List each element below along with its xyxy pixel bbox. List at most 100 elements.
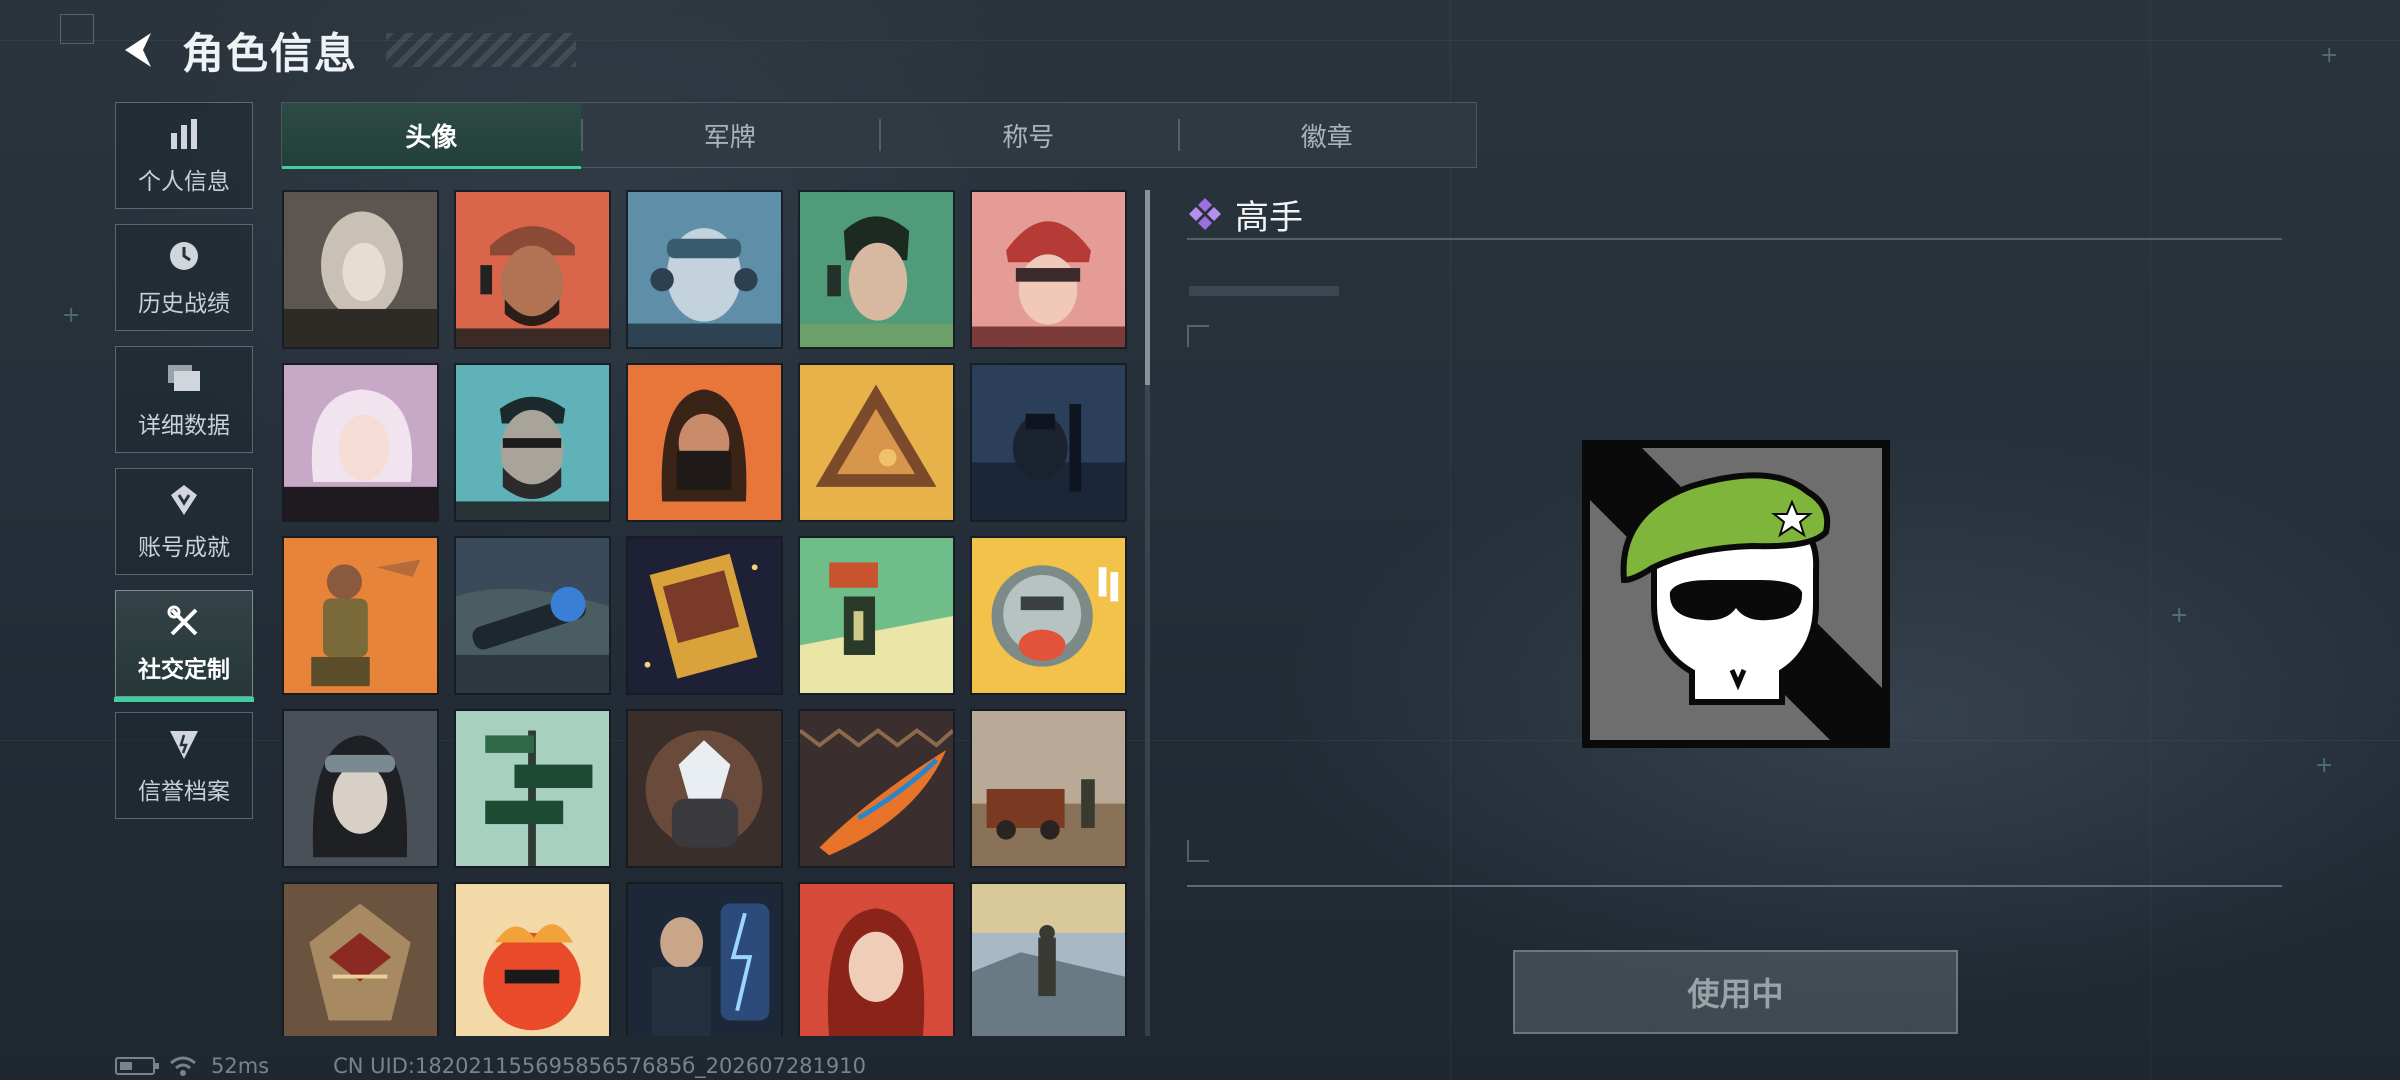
wrench-screwdriver-icon: [166, 604, 202, 640]
avatar-sniper-scope-rifle[interactable]: [454, 536, 611, 695]
avatar-goggles-woman-portrait[interactable]: [282, 709, 439, 868]
avatar-masked-longhair-fighter[interactable]: [626, 363, 783, 522]
battery-icon: [115, 1057, 159, 1075]
avatar-feather-tribal-pattern[interactable]: [798, 709, 955, 868]
avatar-scales-of-justice-emblem[interactable]: [282, 882, 439, 1036]
sidebar-item-label: 个人信息: [138, 168, 230, 195]
achievement-icon: [166, 482, 202, 518]
night-vision-icon: [972, 365, 1125, 520]
sidebar-item-achievements[interactable]: 账号成就: [115, 468, 253, 575]
sidebar-item-label: 历史战绩: [138, 290, 230, 317]
glasses-operator-icon: [456, 365, 609, 520]
detail-divider: [1187, 238, 2282, 240]
avatar-lightning-tech-man[interactable]: [626, 882, 783, 1036]
avatar-rusty-truck-soldier[interactable]: [970, 709, 1127, 868]
sidebar-item-label: 社交定制: [138, 656, 230, 683]
sidebar-item-history[interactable]: 历史战绩: [115, 224, 253, 331]
ping-value: 52ms: [211, 1054, 270, 1078]
sidebar-item-label: 账号成就: [138, 534, 230, 561]
crosshair-decoration: +: [62, 303, 81, 328]
feather-icon: [800, 711, 953, 866]
avatar-green-headset-soldier[interactable]: [798, 190, 955, 349]
frame-bracket: [1187, 840, 1209, 862]
tab-dog-tag[interactable]: 军牌: [580, 103, 880, 167]
sidebar-item-reputation[interactable]: 信誉档案: [115, 712, 253, 819]
sidebar-item-label: 信誉档案: [138, 778, 230, 805]
back-arrow-icon: [125, 33, 151, 67]
title-stripes-decoration: [386, 33, 577, 67]
pink-hair-girl-icon: [284, 365, 437, 520]
wifi-icon: [170, 1056, 196, 1076]
diamond-cluster-icon: [1189, 198, 1221, 230]
avatar-red-hair-woman[interactable]: [798, 882, 955, 1036]
avatar-white-haired-hooded-portrait[interactable]: [282, 190, 439, 349]
sidebar-item-social-custom[interactable]: 社交定制: [114, 590, 254, 702]
sidebar-item-detailed-data[interactable]: 详细数据: [115, 346, 253, 453]
detail-bottom-divider: [1187, 885, 2282, 887]
avatar-grid: [282, 190, 1130, 1036]
avatar-summit-soldier[interactable]: [970, 882, 1127, 1036]
avatar-way-out-no-exit-signs[interactable]: [454, 709, 611, 868]
fries-mascot-icon: [456, 884, 609, 1036]
page-header: 角色信息: [112, 22, 577, 78]
page-title: 角色信息: [182, 28, 359, 78]
green-beret-skull-icon: [1582, 440, 1890, 748]
cap-soldier-icon: [456, 192, 609, 347]
scrollbar-thumb[interactable]: [1145, 190, 1150, 385]
tab-badge[interactable]: 徽章: [1177, 103, 1477, 167]
avatar-game-box-card[interactable]: [626, 536, 783, 695]
avatar-night-vision-soldier[interactable]: [970, 363, 1127, 522]
tab-avatar[interactable]: 头像: [282, 103, 581, 169]
avatar-grid-scrollbar[interactable]: [1145, 190, 1150, 1036]
crosshair-decoration: +: [2315, 753, 2334, 778]
status-bar: 52ms CN UID:18202115569585657685б_202607…: [115, 1052, 866, 1080]
triangle-emblem-icon: [800, 365, 953, 520]
avatar-exit-door-room[interactable]: [798, 536, 955, 695]
road-signs-icon: [456, 711, 609, 866]
faint-caption-decoration: [1189, 286, 1339, 296]
avatar-cartoon-eating-soldier[interactable]: [970, 536, 1127, 695]
frame-bracket: [1187, 325, 1209, 347]
sidebar-item-label: 详细数据: [138, 412, 230, 439]
exit-door-icon: [800, 538, 953, 693]
summit-soldier-icon: [972, 884, 1125, 1036]
avatar-cool-fries-mascot[interactable]: [454, 882, 611, 1036]
back-button[interactable]: [112, 25, 162, 75]
avatar-goggles-headset-pilot[interactable]: [626, 190, 783, 349]
folder-icon: [166, 360, 202, 396]
avatar-golden-triangle-emblem[interactable]: [798, 363, 955, 522]
goggles-woman-icon: [284, 711, 437, 866]
scales-emblem-icon: [284, 884, 437, 1036]
avatar-muscular-pilot-figure[interactable]: [282, 536, 439, 695]
sidebar: 个人信息 历史战绩 详细数据 账号成就 社交定制 信誉档案: [114, 102, 254, 819]
history-clock-icon: [166, 238, 202, 274]
tab-title[interactable]: 称号: [879, 103, 1178, 167]
avatar-bearded-glasses-operator[interactable]: [454, 363, 611, 522]
game-box-icon: [628, 538, 781, 693]
lightning-tech-icon: [628, 884, 781, 1036]
selected-avatar-preview: [1582, 440, 1890, 748]
avatar-bearded-cap-headset-soldier[interactable]: [454, 190, 611, 349]
avatar-pink-hair-girl[interactable]: [282, 363, 439, 522]
crosshair-decoration: +: [2320, 43, 2339, 68]
truck-soldier-icon: [972, 711, 1125, 866]
avatar-crystal-fist[interactable]: [626, 709, 783, 868]
red-hair-woman-icon: [800, 884, 953, 1036]
corner-frame-decoration: [60, 14, 94, 44]
green-soldier-icon: [800, 192, 953, 347]
in-use-button[interactable]: 使用中: [1513, 950, 1958, 1034]
pilot-figure-icon: [284, 538, 437, 693]
crystal-fist-icon: [628, 711, 781, 866]
avatar-detail-panel: 高手: [1187, 190, 2282, 890]
user-uid: CN UID:18202115569585657685б_20260728191…: [333, 1054, 866, 1078]
masked-fighter-icon: [628, 365, 781, 520]
sidebar-item-personal-info[interactable]: 个人信息: [115, 102, 253, 209]
category-tabs: 头像 军牌 称号 徽章: [281, 102, 1477, 169]
shield-emblem-icon: [166, 726, 202, 762]
cartoon-soldier-icon: [972, 538, 1125, 693]
hooded-portrait-icon: [284, 192, 437, 347]
rank-row: 高手: [1187, 190, 2282, 238]
rank-name: 高手: [1235, 197, 1303, 238]
avatar-red-helmet-operator[interactable]: [970, 190, 1127, 349]
pilot-icon: [628, 192, 781, 347]
